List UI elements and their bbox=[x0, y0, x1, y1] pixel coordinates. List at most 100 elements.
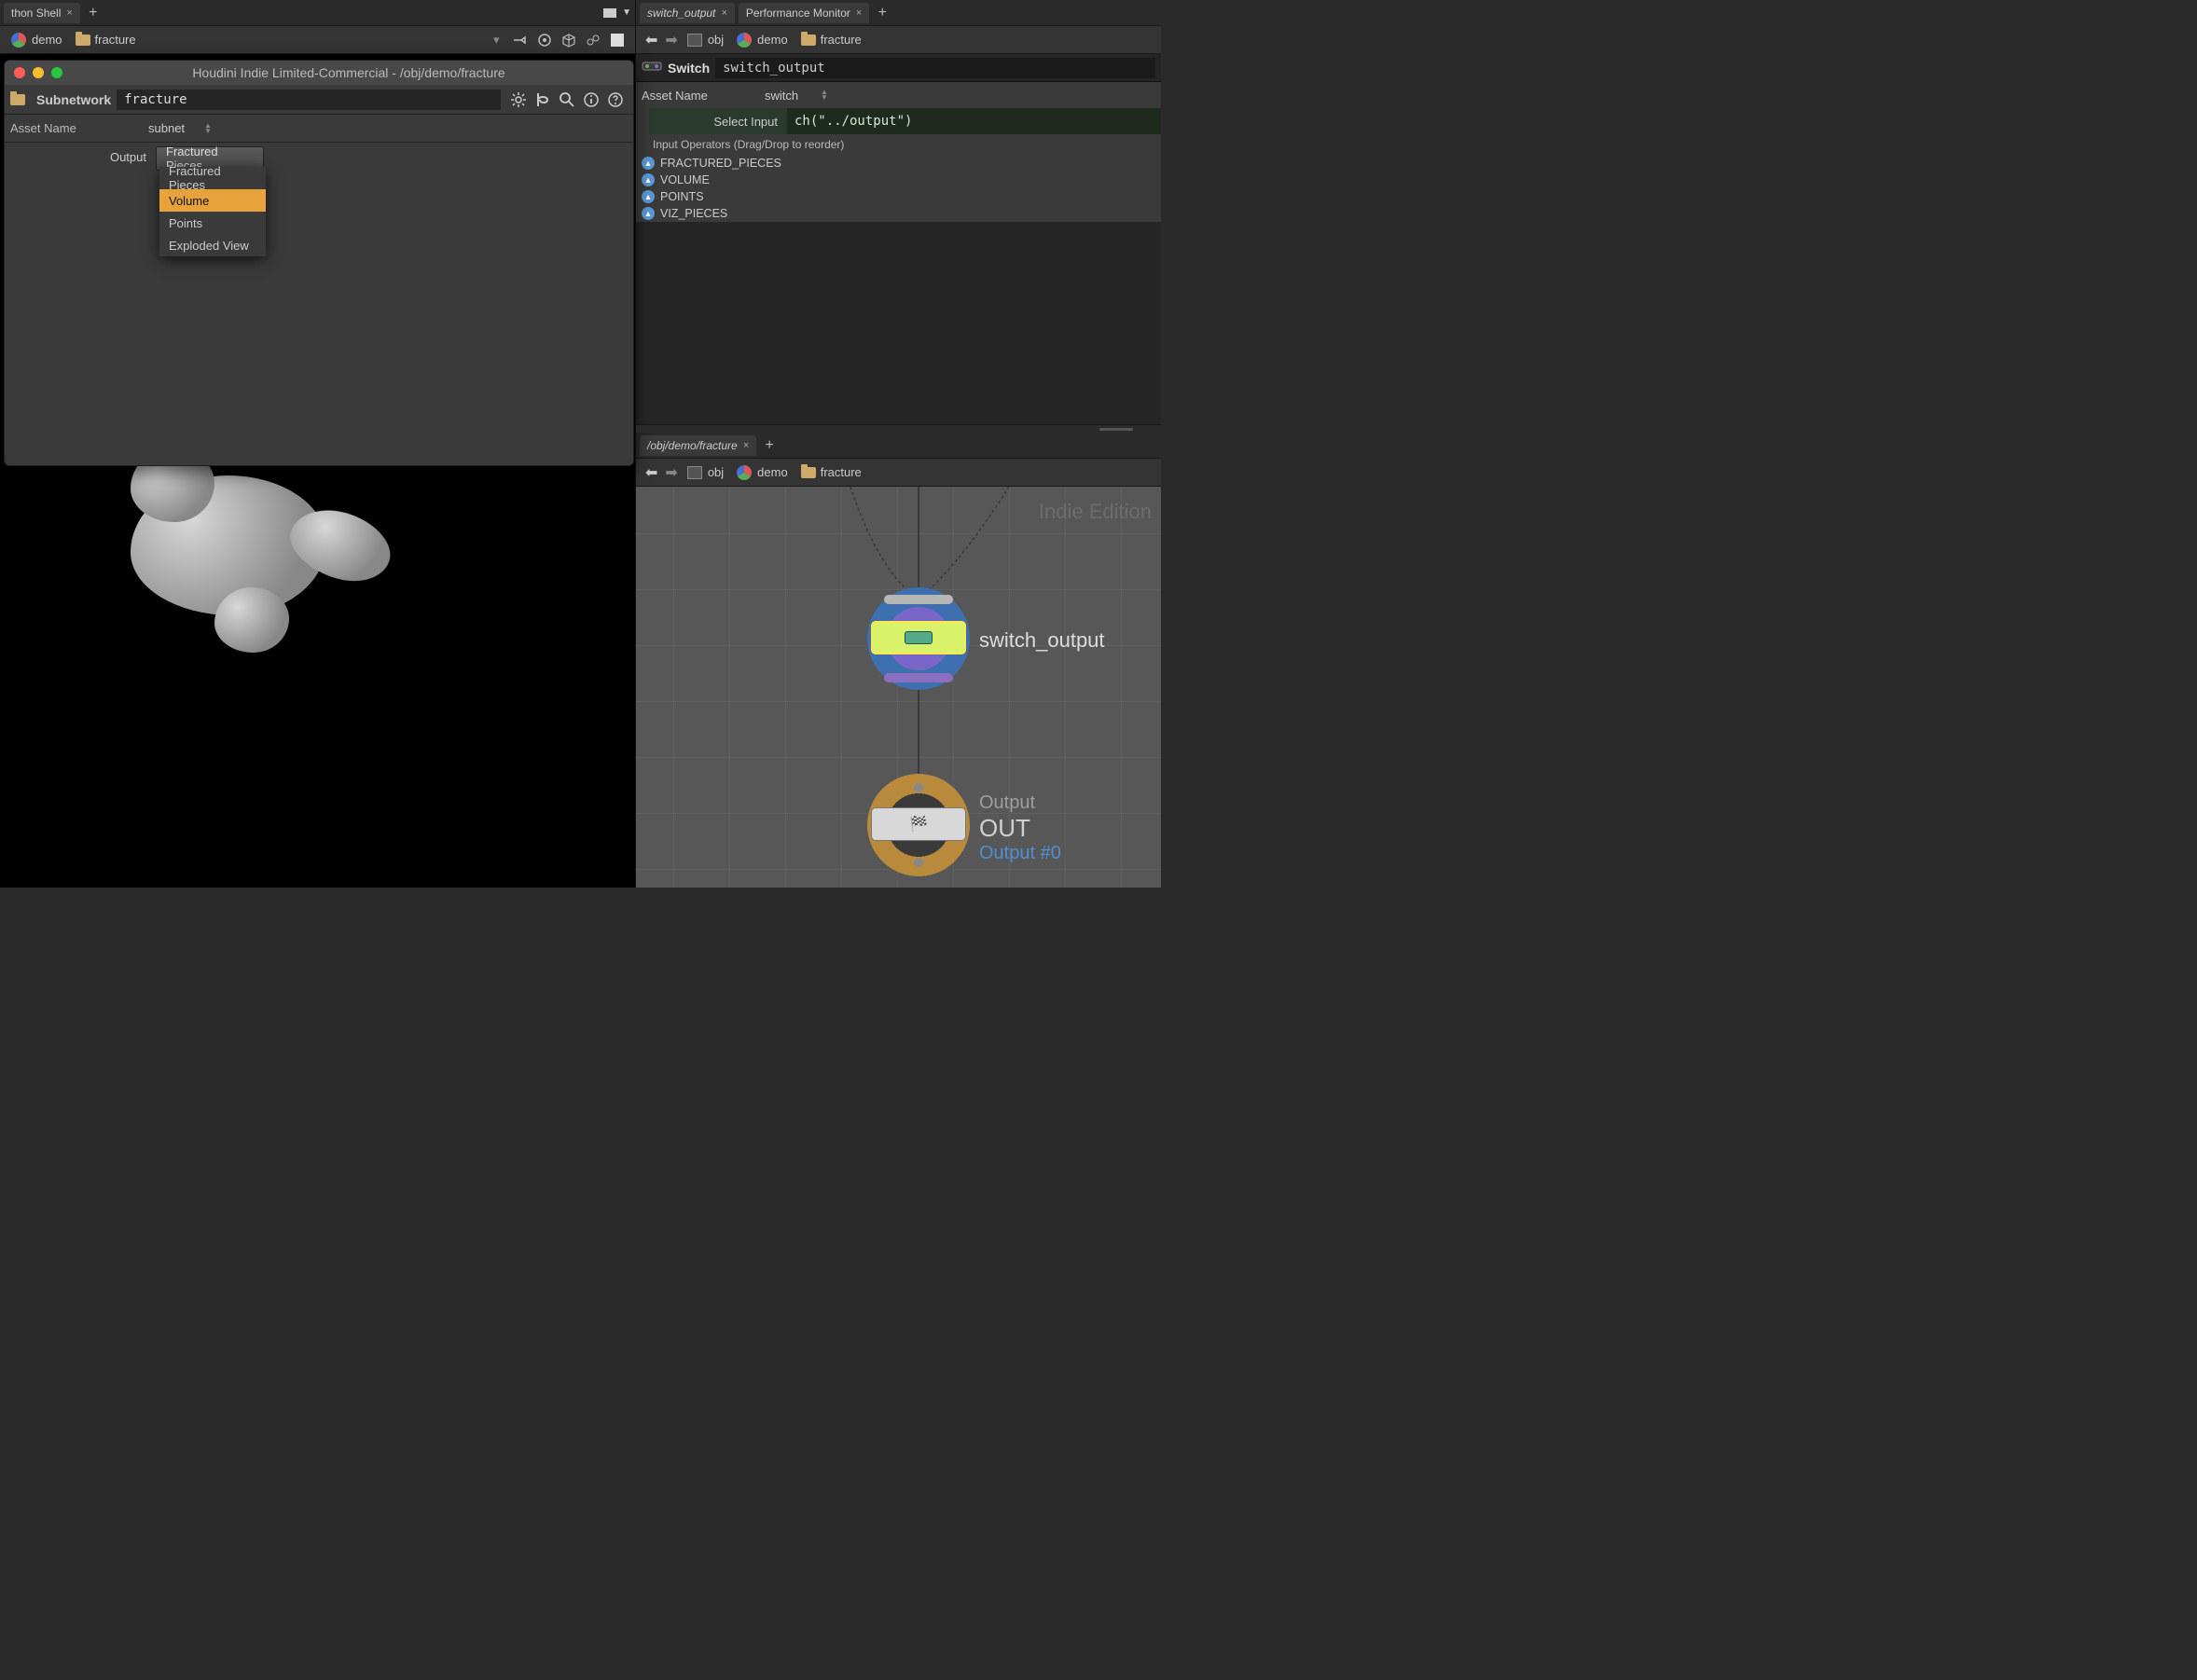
node-label: switch_output bbox=[979, 628, 1105, 653]
pane-menu-icon[interactable]: ▼ bbox=[622, 7, 631, 18]
node-input-connector[interactable] bbox=[884, 595, 953, 604]
node-output-connector[interactable] bbox=[884, 673, 953, 682]
right-pane: switch_output × Performance Monitor × + … bbox=[636, 0, 1161, 888]
output-dropdown-menu: Fractured Pieces Volume Points Exploded … bbox=[159, 167, 266, 256]
crumb-label: obj bbox=[708, 33, 724, 47]
arrow-up-icon: ▲ bbox=[642, 173, 655, 186]
out-label-name: OUT bbox=[979, 814, 1061, 843]
tab-fracture-path[interactable]: /obj/demo/fracture × bbox=[640, 435, 756, 456]
crumb-label: obj bbox=[708, 465, 724, 479]
crumb-fracture[interactable]: fracture bbox=[795, 30, 867, 50]
info-icon[interactable] bbox=[581, 90, 601, 110]
tab-add-button[interactable]: + bbox=[760, 436, 779, 455]
close-icon[interactable]: × bbox=[856, 7, 862, 19]
geo-icon bbox=[737, 33, 752, 48]
tab-add-button[interactable]: + bbox=[873, 4, 891, 22]
crumb-obj[interactable]: obj bbox=[682, 30, 729, 50]
tab-label: switch_output bbox=[647, 7, 715, 20]
blank-icon[interactable] bbox=[606, 29, 629, 51]
folder-icon bbox=[801, 34, 816, 46]
crumb-label: fracture bbox=[821, 33, 862, 47]
minimize-window-icon[interactable] bbox=[33, 67, 44, 78]
node-switch-output[interactable]: switch_output bbox=[867, 587, 970, 690]
crumb-label: fracture bbox=[95, 33, 136, 47]
asset-type-dropdown[interactable]: switch bbox=[757, 85, 817, 105]
search-icon[interactable] bbox=[557, 90, 577, 110]
node-input-connector[interactable] bbox=[914, 783, 923, 792]
crumb-label: demo bbox=[32, 33, 62, 47]
slate-icon bbox=[687, 466, 702, 479]
chevron-down-icon[interactable]: ▾ bbox=[493, 33, 508, 48]
nav-forward-button[interactable]: ➡ bbox=[661, 31, 681, 49]
maximize-icon[interactable] bbox=[603, 8, 616, 18]
crumb-obj[interactable]: obj bbox=[682, 462, 729, 483]
operator-header-row: Subnetwork fracture bbox=[5, 85, 633, 115]
nav-back-button[interactable]: ⬅ bbox=[642, 463, 661, 482]
right-top-pathbar: ⬅ ➡ obj demo fracture bbox=[636, 26, 1161, 54]
node-name-input[interactable]: switch_output bbox=[715, 58, 1155, 78]
node-output[interactable]: 🏁 Output OUT Output #0 bbox=[867, 774, 970, 876]
titlebar[interactable]: Houdini Indie Limited-Commercial - /obj/… bbox=[5, 61, 633, 85]
left-tabbar: thon Shell × + ▼ bbox=[0, 0, 635, 26]
edition-watermark: Indie Edition bbox=[1039, 500, 1152, 524]
arrow-up-icon: ▲ bbox=[642, 207, 655, 220]
switch-icon bbox=[642, 59, 668, 76]
inputs-empty-area[interactable] bbox=[636, 222, 1161, 424]
network-graph[interactable]: Indie Edition switch_output bbox=[636, 487, 1161, 888]
input-operator-item[interactable]: ▲ VOLUME bbox=[636, 172, 1161, 188]
nav-forward-button[interactable]: ➡ bbox=[661, 463, 681, 482]
cube-icon[interactable] bbox=[558, 29, 580, 51]
nav-back-button[interactable]: ⬅ bbox=[642, 31, 661, 49]
input-operator-item[interactable]: ▲ POINTS bbox=[636, 188, 1161, 205]
crumb-label: demo bbox=[757, 465, 788, 479]
link-icon[interactable] bbox=[582, 29, 604, 51]
output-option-points[interactable]: Points bbox=[159, 212, 266, 234]
output-option-volume[interactable]: Volume bbox=[159, 189, 266, 212]
close-icon[interactable]: × bbox=[66, 7, 72, 19]
input-operator-item[interactable]: ▲VIZ_PIECES bbox=[636, 205, 1161, 222]
close-icon[interactable]: × bbox=[721, 7, 726, 19]
crumb-demo[interactable]: demo bbox=[731, 462, 794, 483]
houdini-icon[interactable] bbox=[532, 90, 553, 110]
help-icon[interactable] bbox=[605, 90, 626, 110]
select-input-value[interactable]: ch("../output") bbox=[787, 108, 1161, 134]
crumb-label: demo bbox=[757, 33, 788, 47]
pane-divider[interactable] bbox=[636, 425, 1161, 433]
input-operator-item[interactable]: ▲FRACTURED_PIECES bbox=[636, 155, 1161, 172]
tab-performance-monitor[interactable]: Performance Monitor × bbox=[739, 3, 869, 23]
tab-add-button[interactable]: + bbox=[84, 4, 103, 22]
input-label: VOLUME bbox=[660, 173, 710, 186]
crumb-fracture[interactable]: fracture bbox=[70, 30, 142, 50]
close-icon[interactable]: × bbox=[743, 440, 749, 451]
arrow-up-icon: ▲ bbox=[642, 190, 655, 203]
gear-icon[interactable] bbox=[508, 90, 529, 110]
node-body[interactable]: 🏁 bbox=[871, 807, 966, 841]
slate-icon bbox=[687, 34, 702, 47]
crumb-demo[interactable]: demo bbox=[6, 30, 68, 50]
right-top-tabbar: switch_output × Performance Monitor × + bbox=[636, 0, 1161, 26]
output-option-fractured-pieces[interactable]: Fractured Pieces bbox=[159, 167, 266, 189]
node-header-row: Switch switch_output bbox=[636, 54, 1161, 82]
left-pathbar: demo fracture ▾ bbox=[0, 26, 635, 54]
close-window-icon[interactable] bbox=[14, 67, 25, 78]
target-icon[interactable] bbox=[533, 29, 556, 51]
output-option-exploded-view[interactable]: Exploded View bbox=[159, 234, 266, 256]
asset-type-dropdown[interactable]: subnet bbox=[141, 118, 200, 139]
tab-label: thon Shell bbox=[11, 7, 61, 20]
node-body[interactable] bbox=[871, 621, 966, 654]
crumb-fracture[interactable]: fracture bbox=[795, 462, 867, 483]
sort-icon[interactable]: ▲▼ bbox=[821, 90, 836, 101]
pin-icon[interactable] bbox=[509, 29, 532, 51]
inputs-header: Input Operators (Drag/Drop to reorder) bbox=[636, 134, 1161, 155]
input-label: POINTS bbox=[660, 190, 704, 203]
sort-icon[interactable]: ▲▼ bbox=[204, 123, 219, 134]
tab-switch-output[interactable]: switch_output × bbox=[640, 3, 735, 23]
tab-python-shell[interactable]: thon Shell × bbox=[4, 3, 80, 23]
out-label-index: Output #0 bbox=[979, 843, 1061, 864]
node-output-connector[interactable] bbox=[914, 858, 923, 867]
select-input-label: Select Input bbox=[649, 108, 787, 134]
crumb-demo[interactable]: demo bbox=[731, 30, 794, 50]
viewport-model[interactable] bbox=[75, 448, 466, 690]
operator-name-input[interactable]: fracture bbox=[117, 90, 501, 110]
zoom-window-icon[interactable] bbox=[51, 67, 62, 78]
